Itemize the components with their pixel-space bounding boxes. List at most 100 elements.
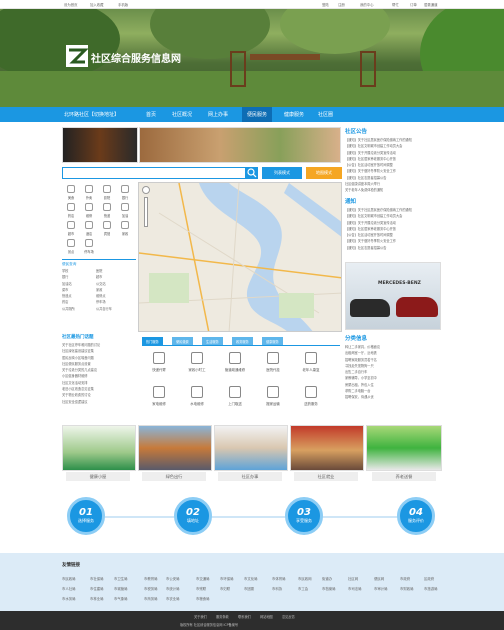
quick-icon-scenic[interactable]: 景点 bbox=[62, 239, 80, 254]
step-4[interactable]: 04 服务评价 bbox=[397, 497, 435, 535]
top-link-center[interactable]: 我的中心 bbox=[360, 2, 374, 7]
friend-link[interactable]: 市社保局 bbox=[90, 576, 104, 581]
photo-green-travel[interactable] bbox=[138, 425, 212, 471]
photo-employment[interactable] bbox=[290, 425, 364, 471]
footer-link[interactable]: 意见反馈 bbox=[282, 614, 295, 619]
friend-link[interactable]: 市人社局 bbox=[62, 586, 76, 591]
friend-link[interactable]: 市气象局 bbox=[114, 596, 128, 601]
nav-item-health[interactable]: 健康服务 bbox=[284, 111, 304, 118]
map-zoom-slider[interactable] bbox=[144, 197, 148, 227]
quick-icon-gas[interactable]: 加油 bbox=[116, 203, 134, 218]
friend-link[interactable]: 市住建局 bbox=[90, 586, 104, 591]
friend-link[interactable]: 市税务局 bbox=[144, 586, 158, 591]
friend-link[interactable]: 市交通局 bbox=[196, 576, 210, 581]
category-item[interactable]: 公共自行车 bbox=[96, 306, 112, 312]
friend-link[interactable]: 市民政局 bbox=[62, 576, 76, 581]
tab-gov[interactable]: 政务服务 bbox=[232, 337, 253, 345]
friend-link[interactable]: 市公安局 bbox=[166, 576, 180, 581]
friend-link[interactable]: 便民网 bbox=[374, 576, 384, 581]
photo-health[interactable] bbox=[62, 425, 136, 471]
step-3[interactable]: 03 享受服务 bbox=[285, 497, 323, 535]
promo-image[interactable] bbox=[62, 127, 138, 163]
friend-link[interactable]: 市农业局 bbox=[166, 596, 180, 601]
friend-link[interactable]: 市司法局 bbox=[348, 586, 362, 591]
top-link-committee[interactable]: 居委通道 bbox=[424, 2, 438, 7]
service-express[interactable]: 快递代寄 bbox=[146, 352, 172, 372]
friend-link[interactable]: 市财政局 bbox=[400, 586, 414, 591]
friend-link[interactable]: 市林业局 bbox=[90, 596, 104, 601]
category-item[interactable]: 快递点 bbox=[62, 294, 72, 298]
ad-banner[interactable]: MERCEDES-BENZ bbox=[345, 262, 441, 330]
friend-link[interactable]: 市卫生局 bbox=[114, 576, 128, 581]
nav-item-online[interactable]: 网上办事 bbox=[208, 111, 228, 118]
friend-link[interactable]: 市审计局 bbox=[374, 586, 388, 591]
service-appliance[interactable]: 家电维修 bbox=[146, 386, 172, 406]
top-link-order[interactable]: 订单 bbox=[410, 2, 417, 7]
friend-link[interactable]: 区政府 bbox=[424, 576, 434, 581]
footer-link[interactable]: 联系我们 bbox=[238, 614, 251, 619]
category-item[interactable]: 菜市 bbox=[62, 288, 68, 292]
quick-icon-food[interactable]: 美食 bbox=[62, 185, 80, 200]
friend-link[interactable]: 市教育局 bbox=[144, 576, 158, 581]
tab-payment[interactable]: 便民缴费 bbox=[172, 337, 193, 345]
friend-link[interactable]: 市文化局 bbox=[244, 576, 258, 581]
top-link-help[interactable]: 帮忙 bbox=[392, 2, 399, 7]
map-mode-button[interactable]: 地图模式 bbox=[306, 167, 342, 179]
friend-link[interactable]: 市水务局 bbox=[62, 596, 76, 601]
footer-link[interactable]: 关于我们 bbox=[194, 614, 207, 619]
friend-link[interactable]: 市妇联 bbox=[220, 586, 230, 591]
quick-icon-parking[interactable]: 停车场 bbox=[80, 239, 98, 254]
tongzhi-item[interactable]: 【通知】社区志愿者招募公告 bbox=[345, 245, 441, 251]
category-item[interactable]: 银行 bbox=[62, 275, 68, 279]
search-button[interactable] bbox=[246, 167, 258, 179]
category-item[interactable]: 药店 bbox=[62, 300, 68, 304]
quick-icon-repair[interactable]: 维修 bbox=[80, 203, 98, 218]
top-link-home[interactable]: 设为首页 bbox=[64, 2, 78, 7]
friend-link[interactable]: 街道办 bbox=[322, 576, 332, 581]
friend-link[interactable]: 市体育局 bbox=[272, 576, 286, 581]
photo-affairs[interactable] bbox=[214, 425, 288, 471]
promo-image[interactable] bbox=[139, 127, 341, 163]
friend-link[interactable]: 市旅游局 bbox=[424, 586, 438, 591]
friend-link[interactable]: 市工会 bbox=[298, 586, 308, 591]
service-elder[interactable]: 老年人康复 bbox=[298, 352, 324, 372]
quick-icon-pharmacy[interactable]: 药店 bbox=[62, 203, 80, 218]
friend-link[interactable]: 市粮食局 bbox=[196, 596, 210, 601]
tab-health[interactable]: 健康服务 bbox=[262, 337, 283, 345]
quick-icon-cinema[interactable]: 影院 bbox=[98, 185, 116, 200]
service-hourly-maid[interactable]: 家政小时工 bbox=[184, 352, 210, 372]
quick-icon-bank[interactable]: 银行 bbox=[116, 185, 134, 200]
step-1[interactable]: 01 选择服务 bbox=[67, 497, 105, 535]
service-moving[interactable]: 搬家运输 bbox=[260, 386, 286, 406]
nav-location-switch[interactable]: 北环路社区【切换地址】 bbox=[64, 111, 119, 118]
friend-link[interactable]: 市残联 bbox=[196, 586, 206, 591]
friend-link[interactable]: 市统计局 bbox=[166, 586, 180, 591]
search-field[interactable] bbox=[63, 168, 233, 178]
nav-item-overview[interactable]: 社区概况 bbox=[172, 111, 192, 118]
top-link-favorite[interactable]: 加入收藏 bbox=[90, 2, 104, 7]
service-plumbing[interactable]: 水电维修 bbox=[184, 386, 210, 406]
friend-link[interactable]: 市档案局 bbox=[322, 586, 336, 591]
hot-item[interactable]: 社区安全巡逻建议 bbox=[62, 399, 136, 405]
service-hospital[interactable]: 医院代挂 bbox=[260, 352, 286, 372]
step-2[interactable]: 02 填地址 bbox=[174, 497, 212, 535]
quick-icon-market[interactable]: 超市 bbox=[62, 221, 80, 236]
friend-link[interactable]: 市政府 bbox=[400, 576, 410, 581]
quick-icon-express[interactable]: 快递 bbox=[98, 203, 116, 218]
friend-link[interactable]: 市商务局 bbox=[144, 596, 158, 601]
friend-link[interactable]: 社区网 bbox=[348, 576, 358, 581]
quick-icon-hotel[interactable]: 酒店 bbox=[80, 221, 98, 236]
quick-icon-takeout[interactable]: 外卖 bbox=[80, 185, 98, 200]
notice-item[interactable]: 关于老年人免费体检的通知 bbox=[345, 187, 441, 193]
search-input[interactable] bbox=[62, 167, 246, 179]
photo-elder-meal[interactable] bbox=[366, 425, 442, 471]
footer-link[interactable]: 服务条款 bbox=[216, 614, 229, 619]
nav-item-home[interactable]: 首页 bbox=[146, 111, 156, 118]
service-pickup[interactable]: 上门取送 bbox=[222, 386, 248, 406]
friend-link[interactable]: 市团委 bbox=[244, 586, 254, 591]
nav-item-convenience[interactable]: 便民服务 bbox=[242, 107, 273, 122]
friend-link[interactable]: 市城管局 bbox=[114, 586, 128, 591]
top-link-login[interactable]: 登陆 bbox=[322, 2, 329, 7]
quick-icon-inn[interactable]: 宾馆 bbox=[98, 221, 116, 236]
map-pan-control[interactable] bbox=[142, 186, 150, 194]
